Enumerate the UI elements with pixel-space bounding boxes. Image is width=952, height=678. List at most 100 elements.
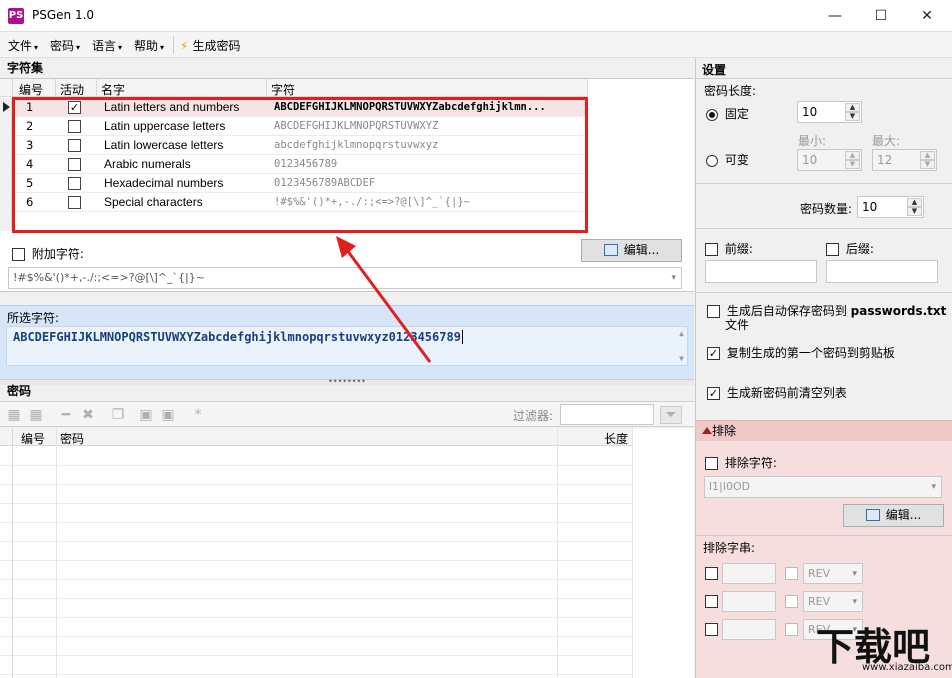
variable-radio-group[interactable]: 可变 [706,151,749,168]
charset-row[interactable]: 4 Arabic numerals 0123456789 [0,155,588,174]
min-label: 最小: [798,134,827,148]
exclude-chars-input[interactable]: l1|I0OD ▾ [704,476,942,498]
clear-list-checkbox-group[interactable]: ✓ 生成新密码前清空列表 [707,384,847,401]
charset-row[interactable]: 5 Hexadecimal numbers 0123456789ABCDEF [0,174,588,193]
rev-select[interactable]: REV ▾ [803,591,863,612]
exclude-edit-button[interactable]: 编辑... [843,504,944,527]
rev-select[interactable]: REV ▾ [803,563,863,584]
password-count-stepper[interactable]: 10 ▲ ▼ [857,196,924,218]
spin-down-icon[interactable]: ▼ [907,207,922,216]
suffix-checkbox-group[interactable]: 后缀: [826,240,874,257]
copy-clipboard-label: 复制生成的第一个密码到剪贴板 [726,346,895,360]
scroll-down-icon[interactable]: ▼ [679,354,684,363]
exclude-string-input[interactable] [722,619,776,640]
spin-down-icon[interactable]: ▼ [845,160,860,169]
spin-up-icon[interactable]: ▲ [845,151,860,160]
charset-row-active-checkbox[interactable] [68,120,81,133]
chevron-down-icon[interactable]: ▾ [671,268,676,288]
menu-language[interactable]: 语言 ▾ [92,37,122,54]
exclude-string-input[interactable] [722,563,776,584]
prefix-input[interactable] [705,260,817,283]
spin-down-icon[interactable]: ▼ [845,112,860,121]
table-row [0,485,633,504]
clear-list-checkbox[interactable]: ✓ [707,387,720,400]
autosave-checkbox-group[interactable]: 生成后自动保存密码到 passwords.txt 文件 [707,304,946,332]
fixed-radio-group[interactable]: 固定 [706,105,749,122]
pw-col-header-no[interactable]: 编号 [13,428,57,446]
charset-row-active-checkbox[interactable]: ✓ [68,101,81,114]
charset-row-active-checkbox[interactable] [68,158,81,171]
scroll-up-icon[interactable]: ▲ [679,329,684,338]
charset-row[interactable]: 1 ✓ Latin letters and numbers ABCDEFGHIJ… [0,98,588,117]
min-length-stepper[interactable]: 10 ▲ ▼ [797,149,862,171]
extra-chars-checkbox-group[interactable]: 附加字符: [12,245,84,262]
pw-col-header-length[interactable]: 长度 [558,428,633,446]
exclude-string-rev-checkbox[interactable] [785,623,798,636]
save-as-icon[interactable]: ▣ [160,407,176,423]
spin-down-icon[interactable]: ▼ [920,160,935,169]
col-header-chars[interactable]: 字符 [267,79,588,97]
asterisk-icon[interactable]: * [190,407,206,423]
spin-up-icon[interactable]: ▲ [907,198,922,207]
variable-radio[interactable] [706,154,718,167]
fixed-radio[interactable] [706,108,718,121]
exclude-string-checkbox[interactable] [705,623,718,636]
exclude-chars-checkbox[interactable] [705,457,718,470]
exclude-chars-checkbox-group[interactable]: 排除字符: [705,454,777,471]
extra-chars-checkbox[interactable] [12,248,25,261]
copy-clipboard-checkbox-group[interactable]: ✓ 复制生成的第一个密码到剪贴板 [707,344,895,361]
exclude-string-checkbox[interactable] [705,567,718,580]
col-header-no[interactable]: 编号 [13,79,56,97]
extra-chars-edit-button[interactable]: 编辑... [581,239,682,262]
charset-row-name: Hexadecimal numbers [104,176,224,190]
suffix-checkbox[interactable] [826,243,839,256]
exclude-string-rev-checkbox[interactable] [785,567,798,580]
charset-row[interactable]: 6 Special characters !#$%&'()*+,-./:;<=>… [0,193,588,212]
generate-password-button[interactable]: ⚡ 生成密码 [180,37,240,54]
splitter-handle[interactable]: •••••••• [0,378,694,386]
password-count-value: 10 [862,200,878,214]
filter-input[interactable] [560,404,654,425]
col-header-active[interactable]: 活动 [56,79,97,97]
prefix-label: 前缀: [724,242,753,256]
menu-help[interactable]: 帮助 ▾ [134,37,164,54]
charset-row-active-checkbox[interactable] [68,196,81,209]
exclude-string-rev-checkbox[interactable] [785,595,798,608]
chevron-down-icon[interactable]: ▾ [931,477,936,497]
fixed-label: 固定 [724,107,749,121]
delete-icon[interactable]: ✖ [80,407,96,423]
fixed-length-stepper[interactable]: 10 ▲ ▼ [797,101,862,123]
pw-col-header-password[interactable]: 密码 [57,428,558,446]
filter-icon[interactable]: ⏷ [660,406,682,424]
prefix-checkbox[interactable] [705,243,718,256]
charset-row-name: Latin letters and numbers [104,100,240,114]
autosave-checkbox[interactable] [707,305,720,318]
charset-row-active-checkbox[interactable] [68,177,81,190]
menu-file[interactable]: 文件 ▾ [8,37,38,54]
exclude-header[interactable]: 排除 [696,421,952,441]
charset-row-active-checkbox[interactable] [68,139,81,152]
copy-clipboard-checkbox[interactable]: ✓ [707,347,720,360]
passwords-grid[interactable]: 编号 密码 长度 [0,428,694,678]
menu-language-label: 语言 [92,39,117,53]
maximize-button[interactable]: ☐ [858,0,904,32]
close-button[interactable]: ✕ [904,0,950,32]
col-header-name[interactable]: 名字 [97,79,267,97]
minimize-button[interactable]: — [812,0,858,32]
suffix-input[interactable] [826,260,938,283]
spin-up-icon[interactable]: ▲ [920,151,935,160]
exclude-string-input[interactable] [722,591,776,612]
charset-row[interactable]: 2 Latin uppercase letters ABCDEFGHIJKLMN… [0,117,588,136]
prefix-checkbox-group[interactable]: 前缀: [705,240,753,257]
menu-password[interactable]: 密码 ▾ [50,37,80,54]
save-icon[interactable]: ▣ [138,407,154,423]
grid-expand-icon[interactable]: ▦ [6,407,22,423]
divider [696,292,952,293]
remove-icon[interactable]: ━ [58,407,74,423]
grid-collapse-icon[interactable]: ▦ [28,407,44,423]
max-length-stepper[interactable]: 12 ▲ ▼ [872,149,937,171]
charset-row[interactable]: 3 Latin lowercase letters abcdefghijklmn… [0,136,588,155]
copy-icon[interactable]: ❐ [110,407,126,423]
exclude-string-checkbox[interactable] [705,595,718,608]
spin-up-icon[interactable]: ▲ [845,103,860,112]
